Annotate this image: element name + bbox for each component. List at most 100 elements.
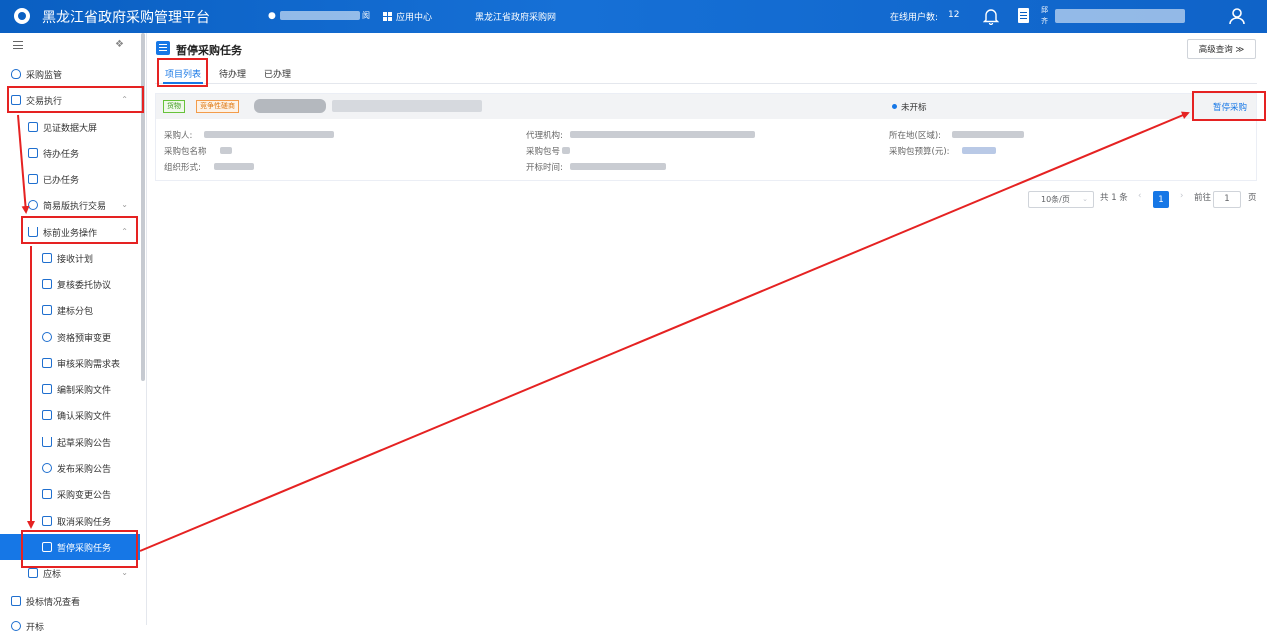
file-icon [42,384,52,394]
edit-doc-icon [42,305,52,315]
sidebar-item-label: 审核采购需求表 [57,359,121,370]
sidebar-item-change-notice[interactable]: 采购变更公告 [0,481,140,507]
org-form-redacted [214,163,254,170]
app-center-link[interactable]: 应用中心 [396,10,432,23]
sidebar-item-label: 建标分包 [57,306,94,317]
page-size-select[interactable]: 10条/页 ⌄ [1028,191,1094,208]
sidebar-item-review-demand[interactable]: 审核采购需求表 [0,350,140,376]
goto-page-input[interactable]: 1 [1213,191,1241,208]
sidebar-item-bid-response[interactable]: 应标 ⌄ [0,560,140,586]
budget-label: 采购包预算(元): [889,147,950,157]
sidebar-item-receive-plan[interactable]: 接收计划 [0,245,140,271]
task-icon [28,148,38,158]
sidebar-item-trade-execution[interactable]: 交易执行 ⌃ [0,87,140,113]
user-info-redacted [1055,9,1185,23]
sidebar-item-label: 投标情况查看 [26,597,81,608]
sidebar-item-compile-docs[interactable]: 编制采购文件 [0,376,140,402]
user-name-line1: 邱 [1041,6,1048,14]
tab-bar: 项目列表 待办理 已办理 [155,62,1257,84]
sidebar-item-pause-task[interactable]: 暂停采购任务 [0,534,140,560]
sidebar-item-publish-notice[interactable]: 发布采购公告 [0,455,140,481]
agreement-icon [42,279,52,289]
tab-pending[interactable]: 待办理 [219,67,246,80]
sidebar-scrollbar[interactable] [141,33,145,381]
sidebar-item-label: 暂停采购任务 [57,543,112,554]
sidebar-item-label: 交易执行 [26,96,63,107]
sidebar-item-done-tasks[interactable]: 已办任务 [0,166,140,192]
sidebar-item-procurement-supervision[interactable]: 采购监管 [0,61,140,87]
sidebar-item-build-package[interactable]: 建标分包 [0,297,140,323]
package-name-label: 采购包名称 [164,147,207,157]
project-name-redacted [254,99,326,113]
tab-project-list[interactable]: 项目列表 [165,67,201,80]
status-dot-icon [892,104,897,109]
sidebar-item-bid-status[interactable]: 投标情况查看 [0,588,140,614]
pin-icon[interactable]: ❖ [115,39,124,50]
sidebar-item-witness-dashboard[interactable]: 见证数据大屏 [0,114,140,140]
open-time-redacted [570,163,666,170]
sidebar-item-label: 简易版执行交易 [43,201,107,212]
agency-value-redacted [570,131,755,138]
sidebar-item-review-agreement[interactable]: 复核委托协议 [0,271,140,297]
sidebar-item-cancel-task[interactable]: 取消采购任务 [0,508,140,534]
sidebar-item-prequal-change[interactable]: 资格预审变更 [0,324,140,350]
people-icon [42,332,52,342]
sidebar-item-bid-opening[interactable]: 开标 [0,613,140,639]
prev-page-icon[interactable]: ‹ [1138,191,1141,207]
goto-label: 前往 [1194,193,1212,203]
tab-processed[interactable]: 已办理 [264,67,291,80]
sidebar-toolbar: ❖ [0,33,140,61]
procurement-site-link[interactable]: 黑龙江省政府采购网 [475,10,556,23]
purchaser-value-redacted [204,131,334,138]
package-no-label: 采购包号 [526,147,561,157]
menu-collapse-icon[interactable] [13,41,23,49]
user-avatar-icon[interactable] [1228,7,1246,25]
sidebar-item-label: 资格预审变更 [57,333,112,344]
document-icon[interactable] [1018,8,1029,23]
next-page-icon[interactable]: › [1180,191,1183,207]
report-icon [11,596,21,606]
location-suffix: 阂 [362,11,370,20]
cart-icon [28,227,38,237]
sidebar-item-label: 采购监管 [26,70,63,81]
clipboard-check-icon [42,358,52,368]
sidebar-item-pre-bid-operations[interactable]: 标前业务操作 ⌃ [0,219,140,245]
top-bar: 黑龙江省政府采购管理平台 ● 阂 应用中心 黑龙江省政府采购网 在线用户数: 1… [0,0,1267,33]
sidebar-item-label: 采购变更公告 [57,490,112,501]
cart-icon [42,437,52,447]
sidebar-item-label: 开标 [26,622,45,633]
package-name-redacted [220,147,232,154]
file-check-icon [42,410,52,420]
package-no-redacted [562,147,570,154]
sidebar-item-draft-notice[interactable]: 起草采购公告 [0,429,140,455]
chevron-down-icon: ⌄ [1082,195,1088,203]
bid-status: 未开标 [901,103,927,113]
list-icon [42,489,52,499]
chevron-up-icon: ⌃ [121,227,128,236]
sidebar-item-label: 见证数据大屏 [43,123,98,134]
page-number-current[interactable]: 1 [1153,191,1169,208]
sidebar-item-simple-trade[interactable]: 简易版执行交易 ⌄ [0,192,140,218]
pause-procurement-button[interactable]: 暂停采购 [1213,101,1247,113]
sidebar-item-label: 取消采购任务 [57,517,112,528]
tab-active-indicator [163,82,203,84]
sidebar-item-label: 确认采购文件 [57,411,112,422]
chevron-up-icon: ⌃ [121,95,128,104]
sidebar-item-label: 编制采购文件 [57,385,112,396]
advanced-query-button[interactable]: 高级查询 ≫ [1187,39,1256,59]
sidebar-item-label: 复核委托协议 [57,280,112,291]
apps-grid-icon[interactable] [383,12,392,21]
exchange-icon [28,200,38,210]
sidebar-item-label: 待办任务 [43,149,80,160]
calendar-icon [28,568,38,578]
sidebar-item-confirm-docs[interactable]: 确认采购文件 [0,402,140,428]
location-text-redacted [280,11,360,20]
sidebar-item-label: 标前业务操作 [43,228,98,239]
sidebar-item-todo-tasks[interactable]: 待办任务 [0,140,140,166]
purchaser-label: 采购人: [164,131,193,141]
online-users-count: 12 [948,10,960,20]
budget-value-redacted [962,147,996,154]
location-pin-icon[interactable]: ● [268,11,276,21]
notification-bell-icon[interactable] [983,7,999,25]
sidebar-item-label: 发布采购公告 [57,464,112,475]
